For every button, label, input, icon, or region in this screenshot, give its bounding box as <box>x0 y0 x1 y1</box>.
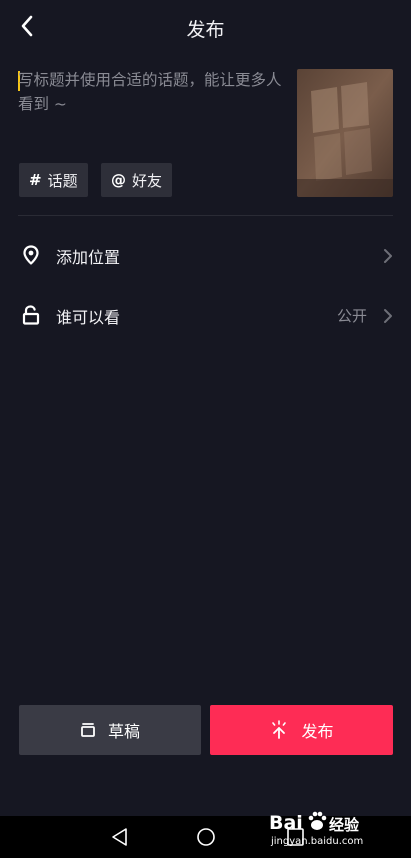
chevron-right-icon <box>384 309 392 323</box>
publish-button-label: 发布 <box>301 722 334 741</box>
unlock-icon <box>22 305 40 325</box>
video-cover-thumbnail[interactable] <box>297 69 393 197</box>
friend-chip-label: 好友 <box>132 171 163 190</box>
visibility-row[interactable]: 谁可以看 公开 <box>0 290 411 342</box>
chevron-right-icon <box>384 249 392 263</box>
caption-input[interactable]: 写标题并使用合适的话题，能让更多人看到 ~ <box>18 68 288 128</box>
add-location-label: 添加位置 <box>56 248 121 267</box>
topic-chip-label: 话题 <box>47 171 78 190</box>
nav-recents-icon[interactable] <box>284 826 308 848</box>
friend-chip[interactable]: @ 好友 <box>101 163 173 197</box>
cover-image <box>297 69 393 197</box>
topic-chip[interactable]: # 话题 <box>19 163 88 197</box>
publish-sparkle-icon <box>272 720 287 739</box>
add-location-row[interactable]: 添加位置 <box>0 230 411 282</box>
publish-screen: 发布 写标题并使用合适的话题，能让更多人看到 ~ # 话题 @ 好友 添加位置 … <box>0 0 411 858</box>
divider <box>18 215 393 216</box>
nav-back-icon[interactable] <box>108 826 132 848</box>
draft-button-label: 草稿 <box>107 722 140 741</box>
page-title: 发布 <box>186 19 225 41</box>
visibility-value: 公开 <box>336 307 367 325</box>
location-pin-icon <box>23 245 39 265</box>
top-bar: 发布 <box>0 0 411 54</box>
at-icon: @ <box>111 171 126 189</box>
publish-button[interactable]: 发布 <box>210 705 393 755</box>
system-nav-bar <box>0 816 411 858</box>
draft-button[interactable]: 草稿 <box>19 705 201 755</box>
hashtag-icon: # <box>29 171 42 189</box>
draft-box-icon <box>81 723 95 737</box>
visibility-label: 谁可以看 <box>56 308 121 327</box>
nav-home-icon[interactable] <box>194 826 218 848</box>
